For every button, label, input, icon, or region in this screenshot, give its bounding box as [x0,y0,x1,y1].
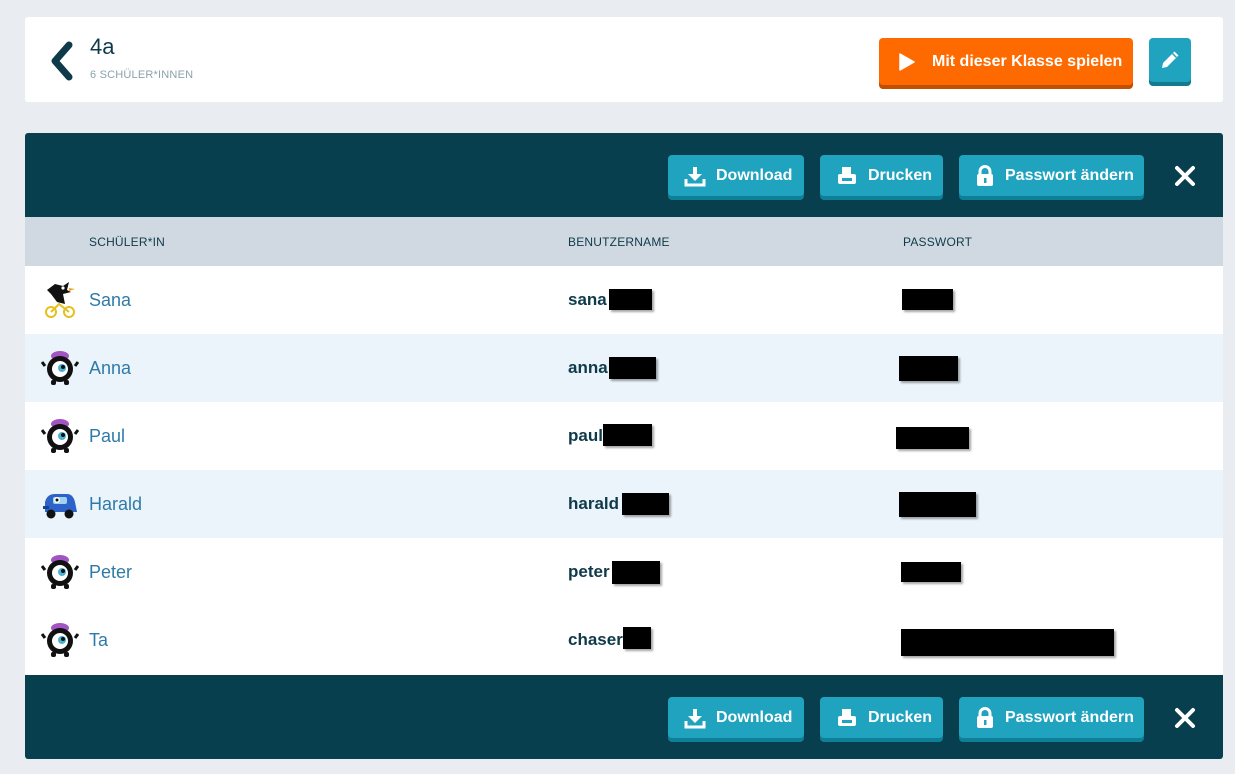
print-label: Drucken [868,166,933,184]
redacted-password [901,562,961,582]
download-icon [684,708,706,728]
table-row: Ta chaser [25,606,1223,674]
redacted-username-suffix [609,357,656,379]
redacted-username-suffix [609,289,652,310]
student-name[interactable]: Ta [89,630,108,651]
back-chevron-icon[interactable] [45,39,79,83]
download-button[interactable]: Download [668,697,804,738]
eye-monster-avatar-icon [41,351,79,385]
blue-car-avatar-icon [43,494,77,519]
lock-icon [977,706,993,728]
redacted-username-suffix [612,561,660,584]
redacted-password [899,356,958,381]
eye-monster-avatar-icon [41,623,79,657]
crow-bike-avatar-icon [45,282,75,318]
play-button-label: Mit dieser Klasse spielen [932,52,1123,70]
student-name[interactable]: Harald [89,494,142,515]
username: harald [568,494,620,513]
table-row: Sana sana [25,266,1223,334]
class-header: 4a 6 SCHÜLER*INNEN Mit dieser Klasse spi… [25,17,1223,102]
username: chaser [568,630,623,649]
play-with-class-button[interactable]: Mit dieser Klasse spielen [879,38,1133,85]
toolbar-top: Download Drucken Passwort ändern [25,133,1223,217]
edit-class-button[interactable] [1149,38,1191,82]
table-row: Harald harald [25,470,1223,538]
student-list-panel: Download Drucken Passwort ändern SCHÜLER… [25,133,1223,759]
redacted-username-suffix [603,424,652,446]
change-password-label: Passwort ändern [1005,708,1134,726]
student-count: 6 SCHÜLER*INNEN [90,69,194,81]
username: peter [568,562,610,581]
print-button[interactable]: Drucken [820,697,943,738]
table-header: SCHÜLER*IN BENUTZERNAME PASSWORT [25,217,1223,266]
redacted-username-suffix [622,493,669,515]
redacted-password [896,427,969,449]
student-name[interactable]: Paul [89,426,125,447]
column-header-username: BENUTZERNAME [568,235,670,249]
play-icon [899,52,915,71]
table-row: Paul paul [25,402,1223,470]
eye-monster-avatar-icon [41,419,79,453]
student-name[interactable]: Peter [89,562,132,583]
redacted-password [901,629,1114,656]
class-title: 4a [90,34,115,59]
change-password-button[interactable]: Passwort ändern [959,155,1144,196]
change-password-label: Passwort ändern [1005,166,1134,184]
username: anna [568,358,608,377]
download-button[interactable]: Download [668,155,804,196]
close-icon[interactable] [1173,706,1197,730]
student-name[interactable]: Sana [89,290,131,311]
printer-icon [838,166,856,184]
table-row: Anna anna [25,334,1223,402]
lock-icon [977,164,993,186]
change-password-button[interactable]: Passwort ändern [959,697,1144,738]
close-icon[interactable] [1173,164,1197,188]
column-header-password: PASSWORT [903,235,973,249]
redacted-username-suffix [623,627,651,649]
print-button[interactable]: Drucken [820,155,943,196]
printer-icon [838,708,856,726]
redacted-password [902,289,953,310]
print-label: Drucken [868,708,933,726]
toolbar-bottom: Download Drucken Passwort ändern [25,675,1223,759]
redacted-password [899,492,976,517]
username: sana [568,290,607,309]
download-label: Download [716,708,793,726]
table-row: Peter peter [25,538,1223,606]
download-label: Download [716,166,793,184]
student-name[interactable]: Anna [89,358,131,379]
username: paul [568,426,603,445]
download-icon [684,166,706,186]
column-header-student: SCHÜLER*IN [89,235,166,249]
eye-monster-avatar-icon [41,555,79,589]
pencil-icon [1162,51,1179,68]
